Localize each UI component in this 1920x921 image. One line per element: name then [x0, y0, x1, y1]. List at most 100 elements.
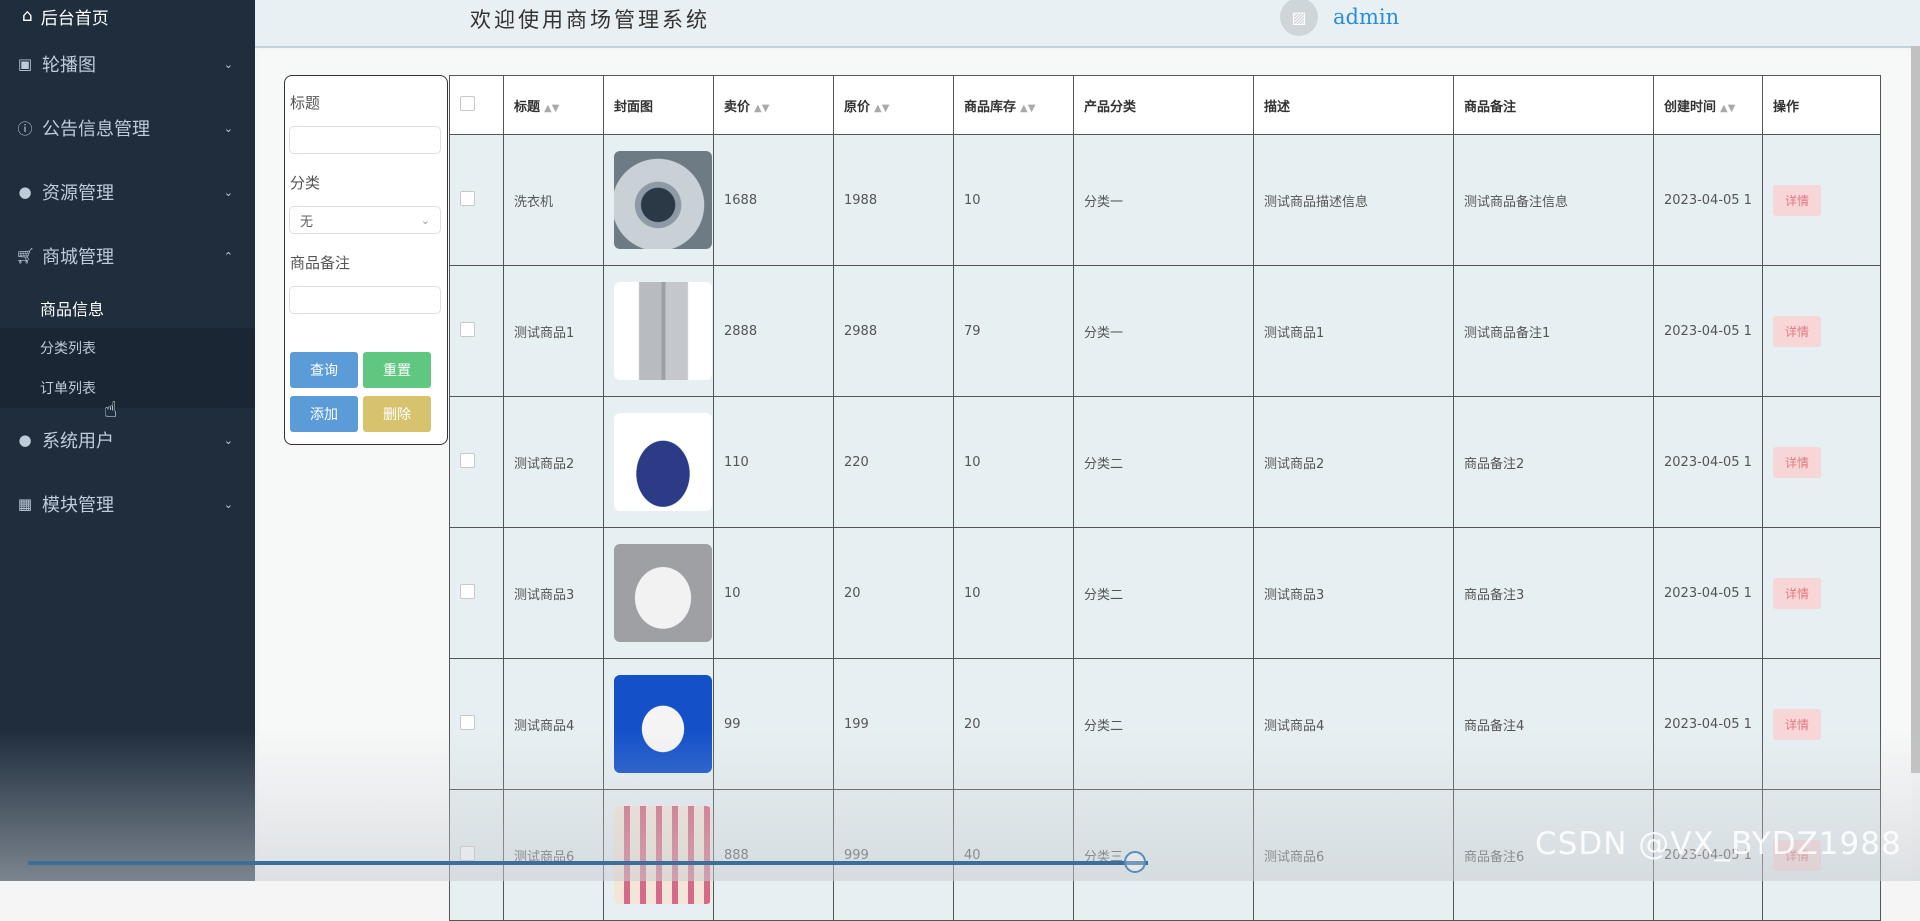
row-checkbox[interactable]	[460, 321, 475, 337]
product-thumbnail[interactable]	[614, 675, 712, 773]
sort-icon[interactable]: ▲▼	[1720, 103, 1735, 114]
product-thumbnail[interactable]	[614, 806, 712, 904]
cell-title-text: 测试商品1	[514, 325, 575, 341]
detail-button[interactable]: 详情	[1772, 577, 1821, 609]
cell-category: 分类二	[1073, 527, 1254, 659]
product-thumbnail[interactable]	[614, 413, 712, 511]
detail-button[interactable]: 详情	[1772, 184, 1821, 216]
sidebar-item-label: 商城管理	[42, 247, 114, 268]
remark-filter-input[interactable]	[289, 286, 441, 314]
cell-title: 测试商品1	[503, 265, 604, 397]
row-select-cell[interactable]	[449, 527, 504, 659]
home-icon: ⌂	[22, 6, 33, 26]
cell-title: 洗衣机	[503, 134, 604, 266]
row-select-cell[interactable]	[449, 789, 504, 921]
cell-price-text: 99	[724, 716, 741, 732]
chevron-down-icon: ⌄	[223, 433, 233, 447]
row-checkbox[interactable]	[460, 583, 475, 599]
cell-cover	[603, 396, 714, 528]
cell-desc-text: 测试商品描述信息	[1264, 194, 1369, 210]
cell-category-text: 分类二	[1084, 587, 1124, 603]
select-all-checkbox[interactable]	[460, 95, 475, 111]
query-button[interactable]: 查询	[290, 352, 358, 388]
col-header-title[interactable]: 标题 ▲▼	[503, 75, 604, 135]
cell-title: 测试商品2	[503, 396, 604, 528]
detail-button[interactable]: 详情	[1772, 708, 1821, 740]
sidebar-item-modules[interactable]: ▦ 模块管理 ⌄	[0, 472, 255, 536]
cell-remark-text: 测试商品备注信息	[1464, 194, 1569, 210]
sidebar-item-label: 轮播图	[42, 55, 96, 76]
sidebar-item-carousel[interactable]: ▣ 轮播图 ⌄	[0, 32, 255, 96]
add-button[interactable]: 添加	[290, 396, 358, 432]
col-header-remark: 商品备注	[1453, 75, 1654, 135]
product-thumbnail[interactable]	[614, 544, 712, 642]
detail-button[interactable]: 详情	[1772, 315, 1821, 347]
row-checkbox[interactable]	[460, 190, 475, 206]
sidebar-subitem-categories[interactable]: 分类列表	[0, 328, 255, 368]
col-header-price[interactable]: 卖价 ▲▼	[713, 75, 834, 135]
cell-price: 888	[713, 789, 834, 921]
cell-orig-price: 2988	[833, 265, 954, 397]
cell-remark-text: 商品备注4	[1464, 718, 1525, 734]
sidebar-item-mall[interactable]: 🛒︎ 商城管理 ⌃	[0, 224, 255, 288]
cell-title: 测试商品3	[503, 527, 604, 659]
submenu-mall: 商品信息 分类列表 订单列表	[0, 288, 255, 408]
product-thumbnail[interactable]	[614, 282, 712, 380]
row-select-cell[interactable]	[449, 658, 504, 790]
detail-button[interactable]: 详情	[1772, 446, 1821, 478]
sort-icon[interactable]: ▲▼	[544, 103, 559, 114]
sort-icon[interactable]: ▲▼	[754, 103, 769, 114]
row-checkbox[interactable]	[460, 452, 475, 468]
video-progress-bar[interactable]	[28, 861, 1148, 865]
col-header-created[interactable]: 创建时间 ▲▼	[1653, 75, 1763, 135]
sidebar-item-announcement[interactable]: ⓘ 公告信息管理 ⌄	[0, 96, 255, 160]
video-progress-handle[interactable]	[1124, 851, 1146, 873]
username[interactable]: admin	[1333, 5, 1399, 29]
title-filter-input[interactable]	[289, 126, 441, 154]
vertical-scrollbar[interactable]	[1911, 46, 1920, 773]
delete-button[interactable]: 删除	[363, 396, 431, 432]
table-row: 洗衣机 1688 1988 10 分类一 测试商品描述信息 测试商品备注信息 2023-04-…	[449, 134, 1881, 266]
sidebar-item-resources[interactable]: ● 资源管理 ⌄	[0, 160, 255, 224]
sidebar: ⌂ 后台首页 ▣ 轮播图 ⌄ ⓘ 公告信息管理 ⌄ ● 资源管理 ⌄ 🛒︎ 商城…	[0, 0, 255, 881]
row-checkbox[interactable]	[460, 714, 475, 730]
category-select-value: 无	[300, 214, 314, 230]
cell-category-text: 分类一	[1084, 325, 1124, 341]
cell-cover	[603, 265, 714, 397]
select-all-cell[interactable]	[449, 75, 504, 135]
sidebar-subitem-products[interactable]: 商品信息	[0, 288, 255, 328]
avatar[interactable]: ▨	[1280, 0, 1318, 36]
row-checkbox[interactable]	[460, 845, 475, 861]
cell-remark-text: 商品备注3	[1464, 587, 1525, 603]
cell-title-text: 测试商品2	[514, 456, 575, 472]
row-select-cell[interactable]	[449, 134, 504, 266]
sort-icon[interactable]: ▲▼	[1020, 103, 1035, 114]
cell-title-text: 测试商品4	[514, 718, 575, 734]
col-header-label: 封面图	[614, 99, 654, 115]
cell-desc-text: 测试商品6	[1264, 849, 1325, 865]
col-header-label: 标题	[514, 99, 541, 115]
col-header-orig-price[interactable]: 原价 ▲▼	[833, 75, 954, 135]
cell-orig-price: 20	[833, 527, 954, 659]
row-select-cell[interactable]	[449, 265, 504, 397]
cell-remark: 商品备注4	[1453, 658, 1654, 790]
product-thumbnail[interactable]	[614, 151, 712, 249]
image-icon: ▣	[17, 55, 33, 73]
sidebar-subitem-orders[interactable]: 订单列表	[0, 368, 255, 408]
category-select[interactable]: 无 ⌄	[289, 206, 441, 234]
cell-stock: 10	[953, 396, 1074, 528]
cell-desc: 测试商品2	[1253, 396, 1454, 528]
top-header: 欢迎使用商场管理系统 ▨ admin	[255, 0, 1920, 48]
cell-created-text: 2023-04-05 1	[1664, 192, 1752, 208]
sort-icon[interactable]: ▲▼	[874, 103, 889, 114]
col-header-stock[interactable]: 商品库存 ▲▼	[953, 75, 1074, 135]
table-row: 测试商品2 110 220 10 分类二 测试商品2 商品备注2 2023-04-05 1 详情	[449, 396, 1881, 528]
cell-category: 分类二	[1073, 658, 1254, 790]
reset-button[interactable]: 重置	[363, 352, 431, 388]
sidebar-home[interactable]: ⌂ 后台首页	[0, 0, 255, 32]
sidebar-item-users[interactable]: ● 系统用户 ⌄	[0, 408, 255, 472]
cell-created: 2023-04-05 1	[1653, 265, 1763, 397]
row-select-cell[interactable]	[449, 396, 504, 528]
product-table-wrap: 标题 ▲▼ 封面图 卖价 ▲▼ 原价 ▲▼ 商品库存 ▲▼ 产品分类 描述 商品备注 创…	[449, 75, 1881, 921]
cell-stock-text: 10	[964, 585, 981, 601]
